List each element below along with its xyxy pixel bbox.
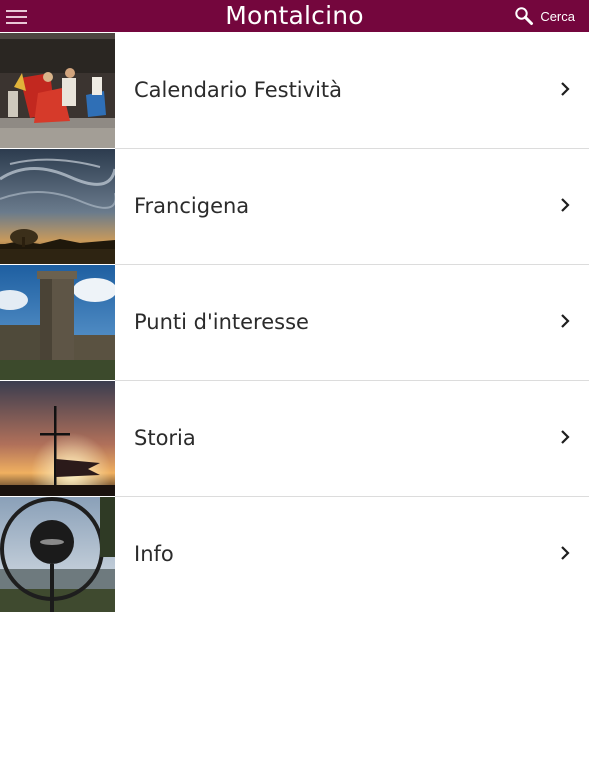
list-item-label: Francigena — [134, 194, 250, 218]
chevron-right-icon — [561, 546, 570, 560]
list-item-francigena[interactable]: Francigena — [0, 149, 589, 265]
fortress-tower-photo — [0, 265, 115, 380]
folk-dancers-photo — [0, 33, 115, 148]
dramatic-sky-landscape-photo — [0, 149, 115, 264]
search-label: Cerca — [540, 8, 575, 24]
menu-list: Calendario Festività Francigena Punti d'… — [0, 33, 589, 613]
circular-sculpture-photo — [0, 497, 115, 612]
list-item-label: Storia — [134, 426, 196, 450]
list-item-label: Punti d'interesse — [134, 310, 309, 334]
chevron-right-icon — [561, 198, 570, 212]
search-button[interactable]: Cerca — [514, 0, 575, 32]
page-title: Montalcino — [225, 1, 364, 30]
chevron-right-icon — [561, 430, 570, 444]
chevron-right-icon — [561, 82, 570, 96]
list-item-label: Info — [134, 542, 174, 566]
list-item-label: Calendario Festività — [134, 78, 343, 102]
chevron-right-icon — [561, 314, 570, 328]
list-item-storia[interactable]: Storia — [0, 381, 589, 497]
app-header: Montalcino Cerca — [0, 0, 589, 32]
list-item-punti-interesse[interactable]: Punti d'interesse — [0, 265, 589, 381]
magnifier-search-icon — [515, 7, 534, 25]
list-item-info[interactable]: Info — [0, 497, 589, 613]
list-item-calendario[interactable]: Calendario Festività — [0, 33, 589, 149]
cross-and-banner-sunset-photo — [0, 381, 115, 496]
